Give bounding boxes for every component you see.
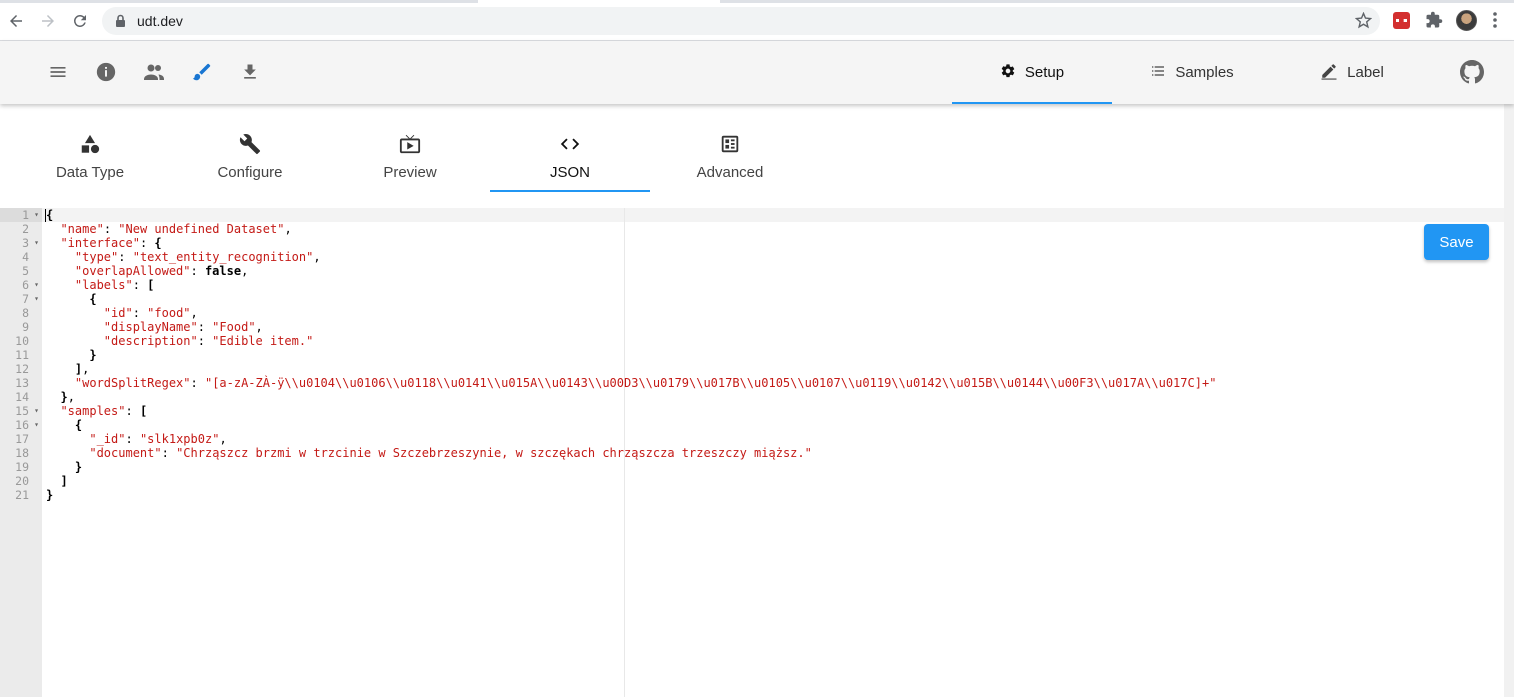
more-options-icon[interactable] (1493, 11, 1497, 34)
code-line: }, (60, 390, 75, 404)
code-line: { (89, 292, 97, 306)
line-number: 6 ▾ (22, 278, 39, 292)
code-line: } (74, 460, 83, 474)
subtab-configure-label: Configure (217, 164, 283, 181)
code-line: "name": "New undefined Dataset", (60, 222, 292, 236)
editor-gutter: 1 ▾ 2 3 ▾ 4 5 6 ▾ 7 ▾ 8 9 10 11 12 13 14 15 ▾… (0, 208, 42, 697)
line-number: 16 ▾ (15, 418, 39, 432)
back-icon[interactable] (5, 10, 27, 32)
tab-samples[interactable]: Samples (1112, 41, 1272, 104)
code-line: "labels": [ (74, 278, 155, 292)
save-button[interactable]: Save (1424, 224, 1489, 260)
code-line: { (74, 418, 83, 432)
line-number: 11 (15, 348, 29, 362)
line-number: 18 (15, 446, 29, 460)
code-line: ], (74, 362, 90, 376)
profile-avatar[interactable] (1456, 10, 1477, 31)
reload-icon[interactable] (69, 10, 91, 32)
line-number: 1 ▾ (0, 208, 42, 222)
browser-toolbar: udt.dev (0, 0, 1514, 41)
subtab-preview[interactable]: Preview (330, 104, 490, 192)
wrench-icon (239, 132, 261, 156)
line-number: 3 ▾ (22, 236, 39, 250)
code-line: "displayName": "Food", (103, 320, 263, 334)
line-number: 14 (15, 390, 29, 404)
password-extension-icon[interactable] (1393, 12, 1410, 29)
subtab-json[interactable]: JSON (490, 104, 650, 192)
line-number: 8 (22, 306, 29, 320)
line-number: 21 (15, 488, 29, 502)
line-number: 9 (22, 320, 29, 334)
subtab-advanced[interactable]: Advanced (650, 104, 810, 192)
tab-label-label: Label (1347, 64, 1384, 81)
dashboard-icon (719, 132, 741, 156)
people-icon[interactable] (142, 60, 166, 84)
subtab-data-type-label: Data Type (55, 164, 125, 181)
brush-icon[interactable] (190, 60, 214, 84)
code-line: "overlapAllowed": false, (74, 264, 249, 278)
url-text: udt.dev (137, 13, 183, 29)
line-number: 4 (22, 250, 29, 264)
info-icon[interactable] (94, 60, 118, 84)
tab-strip (0, 0, 1514, 3)
address-bar[interactable]: udt.dev (102, 7, 1380, 35)
code-line: ] (60, 474, 68, 488)
download-icon[interactable] (238, 60, 262, 84)
line-number: 5 (22, 264, 29, 278)
lock-icon (115, 14, 126, 33)
line-number: 12 (15, 362, 29, 376)
subtab-configure[interactable]: Configure (170, 104, 330, 192)
json-editor[interactable]: 1 ▾ 2 3 ▾ 4 5 6 ▾ 7 ▾ 8 9 10 11 12 13 14 15 ▾… (0, 208, 1504, 697)
code-line: "samples": [ (60, 404, 148, 418)
pencil-icon (1320, 62, 1338, 84)
code-line: "id": "food", (103, 306, 198, 320)
github-icon[interactable] (1460, 60, 1484, 84)
menu-icon[interactable] (46, 60, 70, 84)
line-number: 17 (15, 432, 29, 446)
line-number: 20 (15, 474, 29, 488)
star-icon[interactable] (1354, 11, 1373, 34)
list-icon (1150, 63, 1166, 83)
gear-icon (1000, 63, 1016, 83)
subtab-data-type[interactable]: Data Type (10, 104, 170, 192)
line-number: 15 ▾ (15, 404, 39, 418)
code-line: "_id": "slk1xpb0z", (89, 432, 227, 446)
code-line: { (45, 208, 54, 222)
line-number: 10 (15, 334, 29, 348)
code-line: } (89, 348, 97, 362)
tab-label[interactable]: Label (1272, 41, 1432, 104)
code-icon (559, 132, 581, 156)
setup-subtabs: Data Type Configure Preview JSON Advance… (0, 104, 1504, 208)
forward-icon[interactable] (37, 10, 59, 32)
shapes-icon (79, 132, 101, 156)
code-line: "interface": { (60, 236, 162, 250)
code-line: "description": "Edible item." (103, 334, 314, 348)
line-number: 7 ▾ (22, 292, 39, 306)
tab-setup-label: Setup (1024, 64, 1065, 81)
app-header: Setup Samples Label (0, 41, 1514, 104)
subtab-preview-label: Preview (383, 164, 437, 181)
code-line: "wordSplitRegex": "[a-zA-ZÀ-ÿ\\u0104\\u0… (74, 376, 1217, 390)
page-scrollbar[interactable] (1504, 104, 1514, 697)
tab-setup[interactable]: Setup (952, 41, 1112, 104)
subtab-json-label: JSON (549, 164, 590, 181)
code-line: } (46, 488, 54, 502)
extensions-icon[interactable] (1425, 11, 1443, 34)
subtab-advanced-label: Advanced (696, 164, 764, 181)
line-number: 2 (22, 222, 29, 236)
code-line: "type": "text_entity_recognition", (74, 250, 321, 264)
tv-play-icon (399, 132, 421, 156)
line-number: 13 (15, 376, 29, 390)
code-content[interactable]: { "name": "New undefined Dataset", "inte… (45, 208, 1217, 502)
code-line: "document": "Chrząszcz brzmi w trzcinie … (89, 446, 812, 460)
line-number: 19 (15, 460, 29, 474)
tab-samples-label: Samples (1175, 64, 1234, 81)
